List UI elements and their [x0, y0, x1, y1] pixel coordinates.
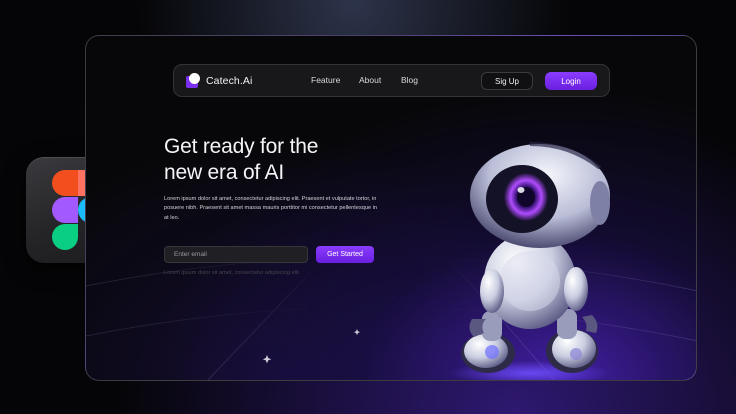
hero-title-line-1: Get ready for the [164, 135, 319, 158]
nav-link-about[interactable]: About [359, 75, 381, 85]
brand-logo[interactable]: Catech.Ai [186, 73, 252, 88]
hero-title: Get ready for the new era of AI [164, 134, 384, 186]
hero-description: Lorem ipsum dolor sit amet, consectetur … [164, 196, 377, 221]
email-input[interactable] [164, 246, 308, 263]
nav-link-blog[interactable]: Blog [401, 75, 418, 85]
signup-button[interactable]: Sig Up [481, 72, 533, 90]
hero-note: Lorem ipsum dolor sit amet, consectetur … [164, 270, 301, 276]
robot-illustration [450, 142, 610, 380]
get-started-button[interactable]: Get Started [316, 246, 374, 263]
catech-logo-icon [186, 73, 201, 88]
top-navbar: Catech.Ai Feature About Blog Sig Up Logi… [173, 64, 610, 97]
landing-page-frame: Catech.Ai Feature About Blog Sig Up Logi… [85, 35, 697, 381]
nav-link-feature[interactable]: Feature [311, 75, 340, 85]
login-button[interactable]: Login [545, 72, 597, 90]
brand-name: Catech.Ai [206, 74, 253, 87]
hero-title-line-2: new era of AI [164, 161, 284, 184]
